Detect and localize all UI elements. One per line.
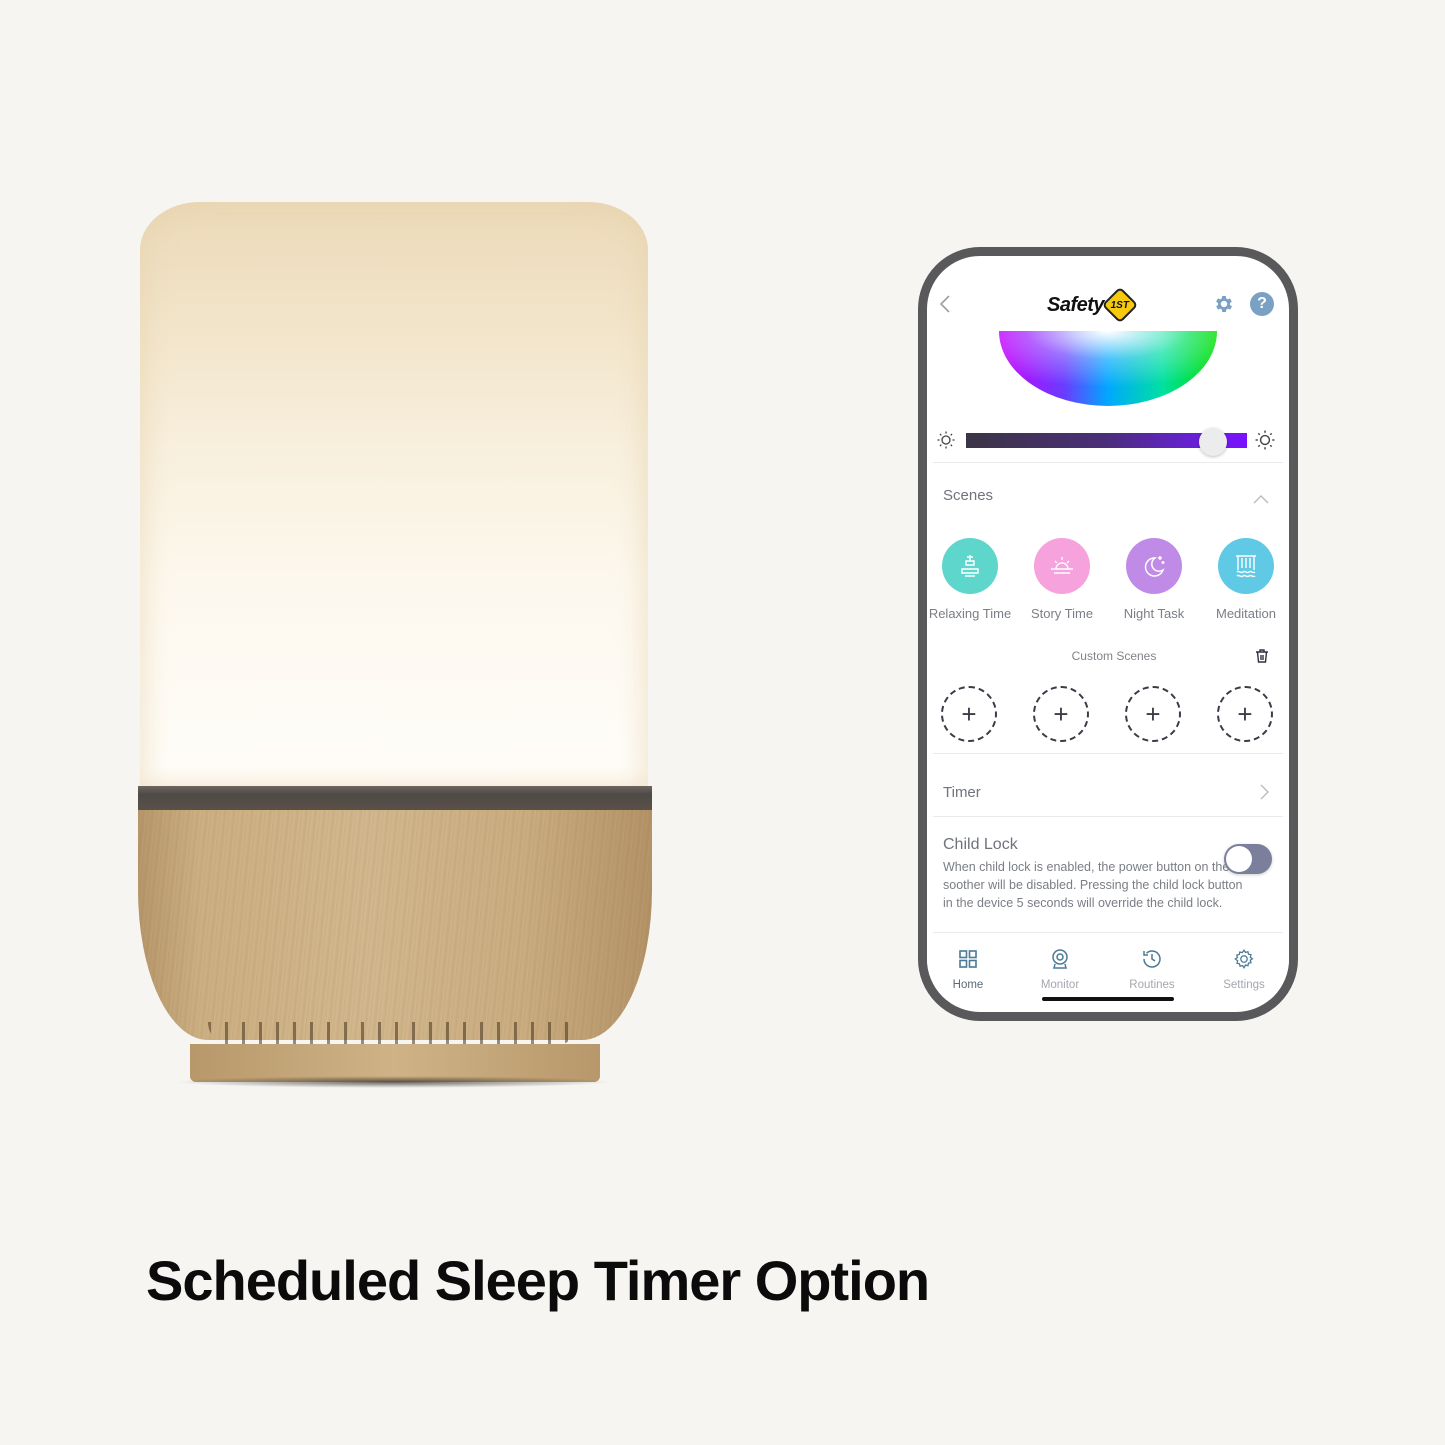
brightness-slider-thumb[interactable] <box>1199 428 1228 456</box>
scene-label: Night Task <box>1123 606 1185 621</box>
moon-stars-icon <box>1144 556 1165 577</box>
night-light-lamp <box>138 196 652 1091</box>
color-wheel-white-center <box>999 331 1217 406</box>
timer-row[interactable]: Timer <box>927 771 1289 816</box>
app-screen: Safety 1ST ? Scenes Relaxing Time Story … <box>927 256 1289 1012</box>
add-custom-scene-button[interactable]: + <box>1033 686 1089 742</box>
tab-home[interactable]: Home <box>933 948 1003 991</box>
brightness-high-icon <box>1255 430 1275 450</box>
tab-label: Monitor <box>1040 979 1080 991</box>
scene-icon-circle <box>1034 538 1090 594</box>
tab-label: Home <box>952 979 984 991</box>
webcam-icon <box>1052 949 1068 969</box>
tab-label: Routines <box>1129 979 1175 991</box>
divider <box>933 932 1283 933</box>
back-button[interactable] <box>939 294 955 314</box>
history-icon <box>1143 950 1161 968</box>
brand-logo: Safety 1ST <box>1047 286 1139 324</box>
lamp-band <box>138 786 652 810</box>
scenes-title: Scenes <box>943 487 994 504</box>
scene-label: Relaxing Time <box>928 606 1012 621</box>
scene-label: Story Time <box>1030 606 1094 621</box>
app-header: Safety 1ST ? <box>927 286 1289 324</box>
tab-routines[interactable]: Routines <box>1117 948 1187 991</box>
waterfall-icon <box>1236 555 1256 578</box>
lamp-speaker-vents <box>208 1022 578 1046</box>
lamp-shadow <box>174 1076 614 1088</box>
bottom-tab-bar: Home Monitor Routines Settings <box>927 932 1289 1000</box>
home-indicator[interactable] <box>1042 997 1174 1001</box>
add-custom-scene-button[interactable]: + <box>1125 686 1181 742</box>
scene-relaxing-time[interactable]: Relaxing Time <box>927 538 1015 621</box>
divider <box>933 753 1283 754</box>
child-lock-title: Child Lock <box>943 836 1018 853</box>
custom-scenes-title: Custom Scenes <box>1071 649 1157 663</box>
scene-icon-circle <box>1218 538 1274 594</box>
scene-label: Meditation <box>1216 606 1276 621</box>
scene-icon-circle <box>942 538 998 594</box>
tab-monitor[interactable]: Monitor <box>1025 948 1095 991</box>
timer-label: Timer <box>943 784 981 801</box>
tab-settings[interactable]: Settings <box>1209 948 1279 991</box>
chevron-left-icon <box>939 295 950 313</box>
phone-mockup: Safety 1ST ? Scenes Relaxing Time Story … <box>918 247 1298 1021</box>
child-lock-section: Child Lock When child lock is enabled, t… <box>943 836 1243 912</box>
lamp-shade <box>140 202 648 786</box>
lamp-wood-base <box>138 810 652 1040</box>
scene-meditation[interactable]: Meditation <box>1201 538 1289 621</box>
scenes-list: Relaxing Time Story Time Night Task Medi… <box>927 538 1289 628</box>
custom-scenes-list: + + + + <box>927 686 1289 744</box>
fountain-icon <box>961 555 979 577</box>
brightness-control <box>937 428 1279 456</box>
device-settings-button[interactable] <box>1213 293 1235 315</box>
add-custom-scene-button[interactable]: + <box>1217 686 1273 742</box>
help-button[interactable]: ? <box>1250 292 1274 316</box>
logo-text: Safety <box>1047 293 1105 316</box>
trash-icon[interactable] <box>1254 648 1270 664</box>
child-lock-description: When child lock is enabled, the power bu… <box>943 860 1243 910</box>
color-wheel-picker[interactable] <box>999 331 1217 406</box>
tab-label: Settings <box>1223 979 1265 991</box>
brightness-low-icon <box>937 431 955 449</box>
scene-story-time[interactable]: Story Time <box>1017 538 1107 621</box>
toggle-knob <box>1226 846 1252 872</box>
gear-icon <box>1234 949 1254 969</box>
child-lock-toggle[interactable] <box>1224 844 1272 874</box>
logo-badge: 1ST <box>1101 286 1139 324</box>
chevron-right-icon <box>1260 784 1269 800</box>
scene-icon-circle <box>1126 538 1182 594</box>
collapse-scenes-chevron-icon[interactable] <box>1253 494 1269 504</box>
headline: Scheduled Sleep Timer Option <box>146 1249 930 1312</box>
add-custom-scene-button[interactable]: + <box>941 686 997 742</box>
divider <box>933 462 1283 463</box>
gear-icon <box>1216 296 1232 312</box>
logo-badge-text: 1ST <box>1110 299 1130 311</box>
grid-icon <box>959 950 977 968</box>
sunrise-icon <box>1051 557 1073 574</box>
brightness-slider[interactable] <box>966 428 1247 456</box>
scene-night-task[interactable]: Night Task <box>1109 538 1199 621</box>
divider <box>933 816 1283 817</box>
